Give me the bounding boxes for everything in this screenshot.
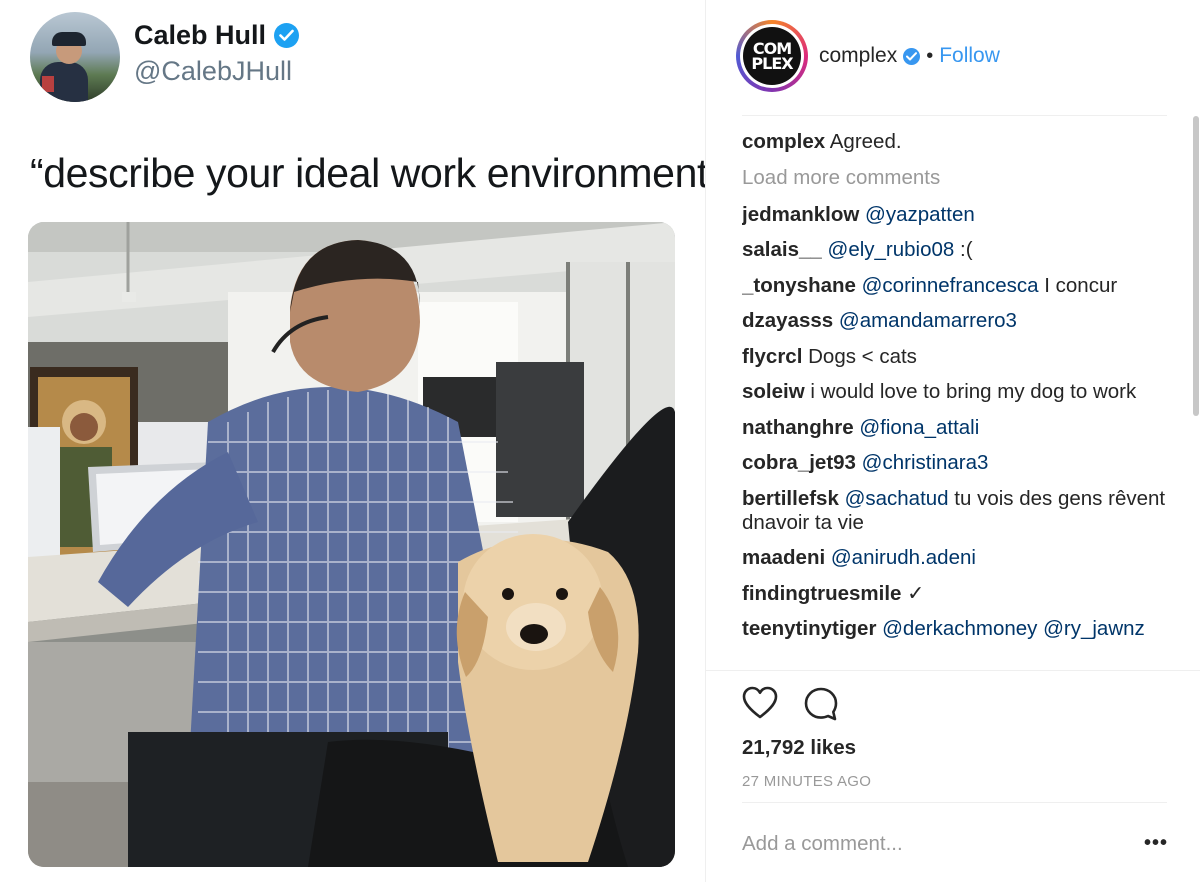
comment-username[interactable]: teenytinytiger [742, 617, 876, 640]
comment-icon[interactable] [803, 686, 839, 727]
comment-mention[interactable]: @derkachmoney @ry_jawnz [882, 617, 1145, 640]
more-options-icon[interactable]: ••• [1144, 832, 1168, 855]
comment-username[interactable]: jedmanklow [742, 203, 859, 226]
comment-username[interactable]: cobra_jet93 [742, 451, 856, 474]
comment-item: findingtruesmile ✓ [742, 582, 1172, 606]
comment-username[interactable]: flycrcl [742, 345, 802, 368]
comment-mention[interactable]: @christinara3 [862, 451, 989, 474]
comment-item: teenytinytiger @derkachmoney @ry_jawnz [742, 617, 1172, 641]
divider [742, 802, 1167, 803]
comment-username[interactable]: maadeni [742, 546, 825, 569]
comment-mention[interactable]: @yazpatten [865, 203, 975, 226]
verified-badge-icon [274, 23, 300, 48]
comment-text: ✓ [907, 581, 925, 605]
post-actions [742, 686, 839, 727]
comment-username[interactable]: bertillefsk [742, 487, 839, 510]
follow-button[interactable]: Follow [939, 44, 1000, 68]
comment-mention[interactable]: @sachatud [845, 487, 949, 510]
comments-list[interactable]: complex Agreed. Load more comments jedma… [742, 130, 1172, 670]
comment-item: nathanghre @fiona_attali [742, 416, 1172, 440]
comment-username[interactable]: dzayasss [742, 309, 833, 332]
comment-item: flycrcl Dogs < cats [742, 345, 1172, 369]
comment-mention[interactable]: @fiona_attali [859, 416, 979, 439]
comment-username[interactable]: findingtruesmile [742, 582, 901, 605]
verified-badge-icon [903, 47, 921, 65]
comment-item: bertillefsk @sachatud tu vois des gens r… [742, 487, 1172, 535]
add-comment-input[interactable]: Add a comment... [742, 832, 903, 856]
comment-text: I concur [1044, 273, 1118, 297]
tweet-author-handle[interactable]: @CalebJHull [134, 56, 292, 87]
load-more-comments[interactable]: Load more comments [742, 166, 1172, 190]
comment-text: i would love to bring my dog to work [810, 380, 1137, 403]
comment-item: _tonyshane @corinnefrancesca I concur [742, 274, 1172, 298]
comment-mention[interactable]: @corinnefrancesca [862, 274, 1039, 297]
comment-item: maadeni @anirudh.adeni [742, 546, 1172, 570]
comment-username[interactable]: salais__ [742, 238, 822, 261]
comment-item: complex Agreed. [742, 130, 1172, 154]
instagram-panel: COM PLEX complex • Follow complex Agreed… [705, 0, 1200, 882]
complex-logo: COM PLEX [743, 27, 801, 85]
tweet-author-name-text[interactable]: Caleb Hull [134, 20, 266, 51]
comment-text: Dogs < cats [808, 344, 917, 368]
comment-mention[interactable]: @ely_rubio08 [828, 238, 955, 261]
comment-item: soleiw i would love to bring my dog to w… [742, 380, 1172, 404]
tweet-avatar[interactable] [30, 12, 120, 102]
post-timestamp: 27 MINUTES AGO [742, 773, 872, 790]
comment-item: salais__ @ely_rubio08 :( [742, 238, 1172, 262]
heart-icon[interactable] [742, 686, 778, 727]
comment-item: cobra_jet93 @christinara3 [742, 451, 1172, 475]
comment-text: :( [960, 238, 973, 261]
comment-item: jedmanklow @yazpatten [742, 203, 1172, 227]
tweet-panel: Caleb Hull @CalebJHull “describe your id… [0, 0, 722, 882]
comment-item: dzayasss @amandamarrero3 [742, 309, 1172, 333]
comments-scrollbar[interactable] [1193, 116, 1199, 416]
comment-username[interactable]: soleiw [742, 380, 805, 403]
divider [706, 670, 1200, 671]
comment-username[interactable]: nathanghre [742, 416, 854, 439]
comment-mention[interactable]: @anirudh.adeni [831, 546, 976, 569]
separator-dot: • [926, 44, 934, 67]
divider [742, 115, 1167, 116]
account-name[interactable]: complex [819, 44, 897, 68]
tweet-photo[interactable] [28, 222, 675, 867]
comment-username[interactable]: complex [742, 130, 825, 153]
tweet-author-name[interactable]: Caleb Hull [134, 20, 300, 51]
comment-text: Agreed. [829, 130, 902, 153]
comment-mention[interactable]: @amandamarrero3 [839, 309, 1017, 332]
likes-count[interactable]: 21,792 likes [742, 736, 856, 760]
comment-username[interactable]: _tonyshane [742, 274, 856, 297]
post-header: complex • Follow [819, 44, 1000, 68]
complex-avatar[interactable]: COM PLEX [736, 20, 808, 92]
tweet-text: “describe your ideal work environment” [30, 150, 722, 196]
